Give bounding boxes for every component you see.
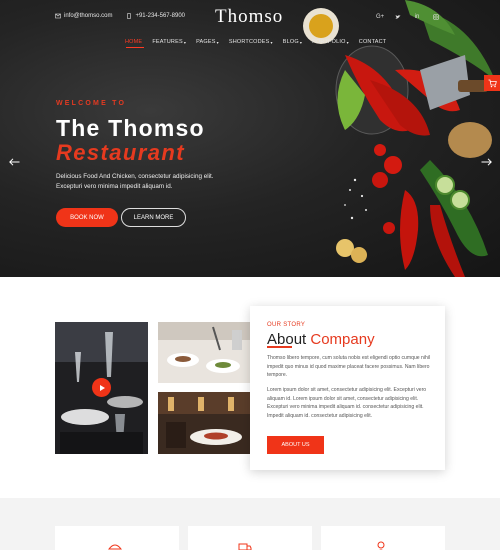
hero-subtitle: Delicious Food And Chicken, consectetur … xyxy=(56,172,256,192)
envelope-icon xyxy=(55,13,61,19)
nav-item-features[interactable]: FEATURES ▾ xyxy=(152,39,186,45)
play-video-button[interactable] xyxy=(92,378,111,397)
linkedin-icon[interactable]: in xyxy=(414,14,420,20)
hero-subtitle-line: Excepturi vero minima impedit aliquam id… xyxy=(56,183,173,190)
nav-label: CONTACT xyxy=(358,39,387,45)
restaurant-interior-image xyxy=(158,392,250,454)
about-title-red: Company xyxy=(310,331,375,348)
nav-item-pages[interactable]: PAGES ▾ xyxy=(196,39,219,45)
nav-label: PAGES xyxy=(196,39,216,45)
dish-icon xyxy=(107,540,123,550)
arrow-right-icon[interactable] xyxy=(481,157,492,169)
page: info@thomso.com +91-234-567-8900 Thomso … xyxy=(0,0,500,550)
nav-label: FEATURES xyxy=(152,39,183,45)
title-underline xyxy=(267,346,292,348)
hero-kicker: WELCOME TO xyxy=(56,100,127,107)
nav-item-home[interactable]: HOME xyxy=(125,39,142,45)
arrow-left-icon[interactable] xyxy=(9,157,20,169)
nav-label: HOME xyxy=(125,39,143,45)
nav-label: PORTFOLIO xyxy=(312,39,346,45)
about-paragraph: Thomso libero tempore, cum soluta nobis … xyxy=(267,355,431,379)
site-logo[interactable]: Thomso xyxy=(215,6,283,28)
instagram-icon[interactable] xyxy=(433,14,439,20)
nav-item-blog[interactable]: BLOG ▾ xyxy=(283,39,302,45)
nav-item-shortcodes[interactable]: SHORTCODES ▾ xyxy=(229,39,273,45)
caret-down-icon: ▾ xyxy=(346,39,349,45)
nav-active-indicator xyxy=(126,47,144,48)
contact-bar: info@thomso.com +91-234-567-8900 xyxy=(55,13,185,20)
nav-item-portfolio[interactable]: PORTFOLIO ▾ xyxy=(312,39,349,45)
nav-label: SHORTCODES xyxy=(228,39,270,45)
phone-icon xyxy=(126,13,132,20)
hero-section: info@thomso.com +91-234-567-8900 Thomso … xyxy=(0,0,500,277)
logo-text: Thomso xyxy=(215,6,284,27)
book-now-button[interactable]: BOOK NOW xyxy=(56,208,118,227)
main-nav: HOME FEATURES ▾ PAGES ▾ SHORTCODES ▾ BLO… xyxy=(125,39,386,45)
plated-dish-image xyxy=(158,322,250,383)
nav-item-contact[interactable]: CONTACT xyxy=(359,39,387,45)
twitter-icon[interactable] xyxy=(395,14,401,20)
google-plus-icon[interactable]: G+ xyxy=(376,14,384,20)
hero-title-accent: Restaurant xyxy=(56,140,185,165)
caret-down-icon: ▾ xyxy=(270,39,273,45)
learn-more-button[interactable]: LEARN MORE xyxy=(121,208,186,227)
chef-icon xyxy=(374,540,388,550)
nav-label: BLOG xyxy=(282,39,299,45)
caret-down-icon: ▾ xyxy=(216,39,219,45)
about-paragraph: Lorem ipsum dolor sit amet, consectetur … xyxy=(267,387,427,419)
about-us-button[interactable]: ABOUT US xyxy=(267,436,324,454)
contact-phone[interactable]: +91-234-567-8900 xyxy=(135,13,185,19)
caret-down-icon: ▾ xyxy=(299,39,303,45)
hero-subtitle-line: Delicious Food And Chicken, consectetur … xyxy=(56,173,214,180)
about-kicker: OUR STORY xyxy=(267,322,306,328)
delivery-icon xyxy=(238,540,252,550)
hero-title: The Thomso xyxy=(56,115,205,141)
contact-email[interactable]: info@thomso.com xyxy=(64,13,112,19)
cart-icon[interactable] xyxy=(484,75,500,91)
social-links: G+ in xyxy=(376,14,439,20)
caret-down-icon: ▾ xyxy=(183,39,187,45)
